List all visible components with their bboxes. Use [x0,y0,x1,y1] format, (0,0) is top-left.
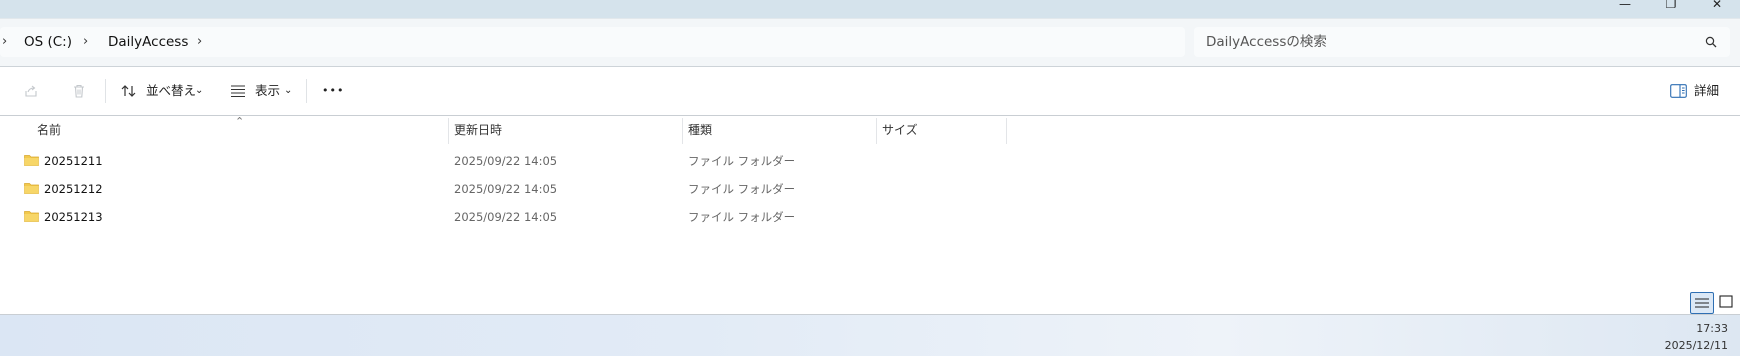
column-header-modified[interactable]: 更新日時 [454,116,502,144]
close-button[interactable]: ✕ [1694,0,1740,18]
chevron-down-icon: ⌄ [284,85,293,96]
file-type: ファイル フォルダー [688,210,796,224]
file-type: ファイル フォルダー [688,182,796,196]
details-pane-icon [1670,84,1687,98]
column-header-size[interactable]: サイズ [882,116,918,144]
column-divider[interactable] [448,118,449,144]
chevron-right-icon[interactable]: › [197,27,202,57]
file-modified: 2025/09/22 14:05 [454,182,558,196]
search-placeholder: DailyAccessの検索 [1206,34,1327,50]
sort-icon [121,85,136,97]
column-header-row: ⌃ 名前 更新日時 種類 サイズ [0,115,1740,144]
address-row: › OS (C:) › DailyAccess › DailyAccessの検索 [0,19,1740,67]
command-bar: 並べ替え ⌄ 表示 ⌄ ••• 詳細 [0,67,1740,116]
tiles-view-icon [1719,295,1733,308]
breadcrumb-folder[interactable]: DailyAccess [108,27,188,57]
restore-icon: ❐ [1665,0,1677,11]
taskbar-date[interactable]: 2025/12/11 [1665,339,1728,352]
details-pane-button[interactable]: 詳細 [1668,67,1734,115]
column-divider[interactable] [876,118,877,144]
minimize-icon: — [1619,0,1631,11]
divider [105,79,106,103]
chevron-right-icon[interactable]: › [2,27,7,57]
status-bar [0,284,1740,315]
file-name: 20251212 [44,182,103,196]
table-row[interactable]: 20251211 2025/09/22 14:05 ファイル フォルダー [0,147,1740,175]
search-input[interactable]: DailyAccessの検索 [1194,27,1730,57]
file-name: 20251213 [44,210,103,224]
sort-ascending-icon: ⌃ [235,115,245,128]
table-row[interactable]: 20251212 2025/09/22 14:05 ファイル フォルダー [0,175,1740,203]
file-modified: 2025/09/22 14:05 [454,154,558,168]
breadcrumb-drive[interactable]: OS (C:) [24,27,72,57]
close-icon: ✕ [1711,0,1723,11]
details-view-button[interactable] [1690,292,1714,314]
address-bar[interactable]: › OS (C:) › DailyAccess › [0,27,1185,57]
sort-label: 並べ替え [146,83,197,98]
taskbar: 17:33 2025/12/11 [0,315,1740,356]
sort-button[interactable]: 並べ替え ⌄ [116,67,216,115]
view-icon [231,85,245,98]
restore-button[interactable]: ❐ [1648,0,1694,18]
tiles-view-button[interactable] [1716,292,1736,312]
details-view-icon [1695,298,1709,308]
delete-icon[interactable] [69,81,89,101]
title-bar: — ❐ ✕ [0,0,1740,19]
folder-icon [24,211,39,222]
file-modified: 2025/09/22 14:05 [454,210,558,224]
file-type: ファイル フォルダー [688,154,796,168]
details-label: 詳細 [1694,83,1720,98]
chevron-down-icon: ⌄ [195,85,204,96]
divider [306,79,307,103]
minimize-button[interactable]: — [1602,0,1648,18]
taskbar-time[interactable]: 17:33 [1696,322,1728,335]
column-header-name[interactable]: 名前 [37,116,61,144]
more-options-icon[interactable]: ••• [322,67,344,115]
view-label: 表示 [255,83,281,98]
file-name: 20251211 [44,154,103,168]
table-row[interactable]: 20251213 2025/09/22 14:05 ファイル フォルダー [0,203,1740,231]
folder-icon [24,155,39,166]
search-icon[interactable] [1705,36,1717,48]
folder-icon [24,183,39,194]
column-divider[interactable] [682,118,683,144]
share-icon[interactable] [21,81,41,101]
chevron-right-icon[interactable]: › [83,27,88,57]
column-divider[interactable] [1006,118,1007,144]
column-header-type[interactable]: 種類 [688,116,712,144]
